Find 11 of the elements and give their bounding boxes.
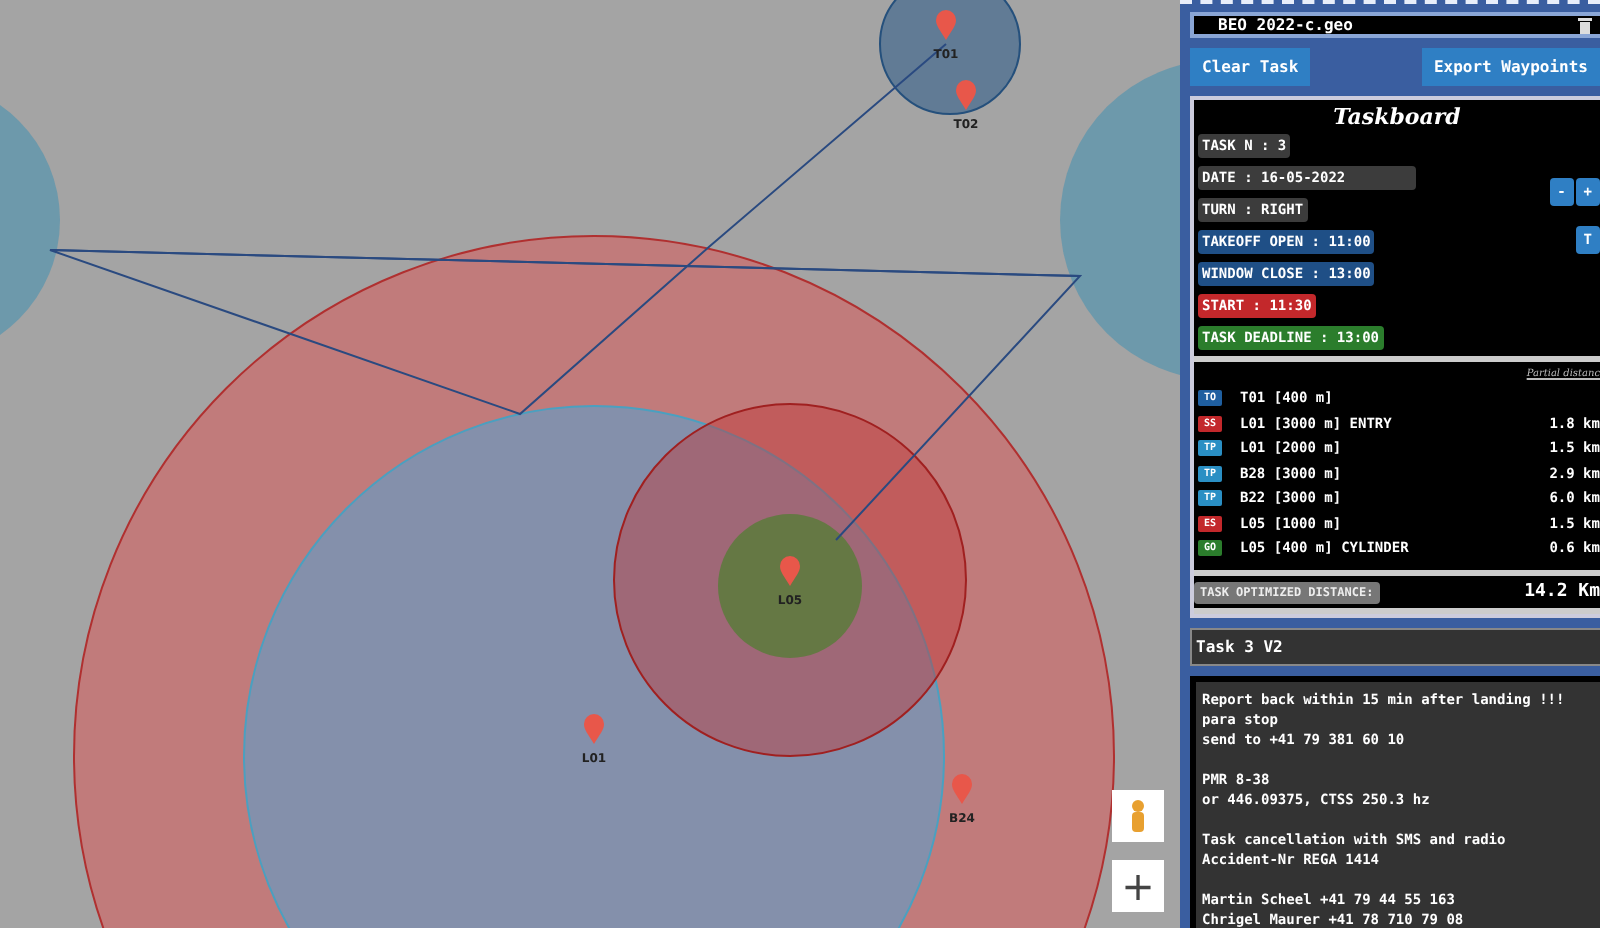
task-title-field[interactable]: Task 3 V2 [1190,627,1600,665]
person-icon[interactable] [1112,790,1164,842]
trash-icon[interactable] [1578,17,1592,33]
taskboard-title: Taskboard [1331,102,1463,134]
goal-zone [718,514,862,658]
optimized-distance-value: 14.2 Km [1524,582,1600,602]
export-waypoints-button[interactable]: Export Waypoints [1421,48,1600,86]
cylinder-zone [879,0,1021,115]
zoom-in-button[interactable]: + [1112,860,1164,912]
file-field[interactable]: BEO 2022-c.geo [1190,12,1600,38]
clear-task-button[interactable]: Clear Task [1190,48,1311,86]
